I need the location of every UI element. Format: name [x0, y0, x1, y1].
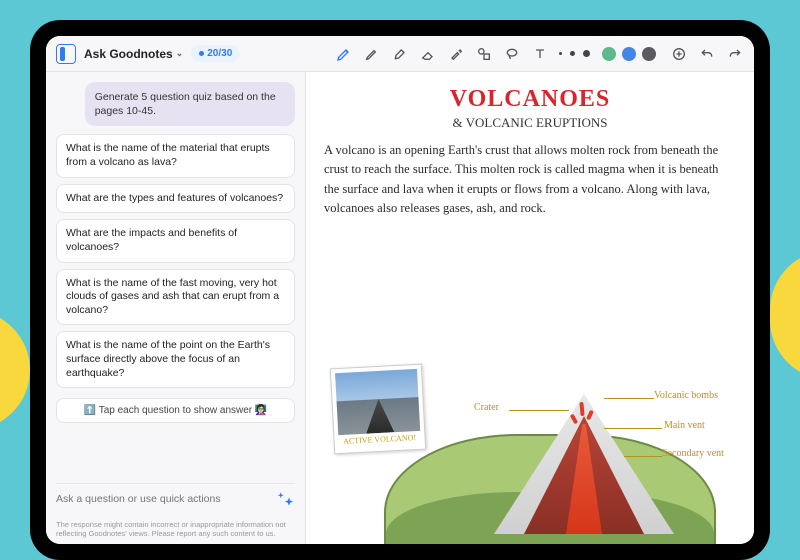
- quiz-question-list: What is the name of the material that er…: [56, 134, 295, 388]
- chat-input[interactable]: [56, 493, 271, 505]
- stroke-thin[interactable]: [559, 52, 562, 55]
- pen-tool[interactable]: [335, 45, 353, 63]
- eraser-tool[interactable]: [419, 45, 437, 63]
- credit-dot-icon: [199, 51, 204, 56]
- label-volcanic-bombs: Volcanic bombs: [654, 390, 718, 401]
- color-swatch-1[interactable]: [602, 47, 616, 61]
- stroke-medium[interactable]: [570, 51, 575, 56]
- credits-value: 20/30: [207, 48, 232, 59]
- eyedropper-tool[interactable]: [447, 45, 465, 63]
- app-title-label: Ask Goodnotes: [84, 47, 173, 61]
- disclaimer-text: The response might contain incorrect or …: [56, 520, 295, 538]
- user-prompt-bubble: Generate 5 question quiz based on the pa…: [85, 82, 295, 126]
- highlighter-tool[interactable]: [391, 45, 409, 63]
- label-crater: Crater: [474, 402, 499, 413]
- quick-actions-button[interactable]: [277, 490, 295, 508]
- quiz-question-card[interactable]: What are the types and features of volca…: [56, 184, 295, 214]
- note-body-text: A volcano is an opening Earth's crust th…: [324, 141, 736, 219]
- sidebar-toggle-button[interactable]: [56, 44, 76, 64]
- lasso-tool[interactable]: [503, 45, 521, 63]
- tool-icons: [335, 45, 549, 63]
- shapes-tool[interactable]: [475, 45, 493, 63]
- ask-goodnotes-dropdown[interactable]: Ask Goodnotes ⌄: [84, 47, 183, 61]
- app-screen: Ask Goodnotes ⌄ 20/30: [46, 36, 754, 544]
- stroke-thick[interactable]: [583, 50, 590, 57]
- volcano-photo: [335, 369, 420, 435]
- note-canvas[interactable]: VOLCANOES & VOLCANIC ERUPTIONS A volcano…: [306, 72, 754, 544]
- credits-pill[interactable]: 20/30: [191, 45, 240, 62]
- undo-button[interactable]: [698, 45, 716, 63]
- note-title: VOLCANOES: [324, 86, 736, 113]
- tap-hint-label: ⬆️ Tap each question to show answer 👩🏻‍🏫: [56, 398, 295, 423]
- photo-polaroid: ACTIVE VOLCANO!: [330, 364, 426, 455]
- chevron-down-icon: ⌄: [176, 48, 184, 59]
- tablet-frame: Ask Goodnotes ⌄ 20/30: [30, 20, 770, 560]
- label-secondary-vent: Secondary vent: [662, 448, 724, 459]
- diagram-eruption: [570, 396, 598, 426]
- photo-caption: ACTIVE VOLCANO!: [338, 433, 420, 446]
- note-subtitle: & VOLCANIC ERUPTIONS: [452, 115, 607, 131]
- volcano-diagram: ACTIVE VOLCANO! Crater Volcanic bombs: [324, 364, 736, 544]
- color-swatch-2[interactable]: [622, 47, 636, 61]
- quiz-question-card[interactable]: What is the name of the point on the Ear…: [56, 331, 295, 388]
- color-picker: [602, 47, 656, 61]
- top-toolbar: Ask Goodnotes ⌄ 20/30: [46, 36, 754, 72]
- redo-button[interactable]: [726, 45, 744, 63]
- more-tools-button[interactable]: [670, 45, 688, 63]
- marker-tool[interactable]: [363, 45, 381, 63]
- quiz-question-card[interactable]: What are the impacts and benefits of vol…: [56, 219, 295, 262]
- quiz-question-card[interactable]: What is the name of the fast moving, ver…: [56, 269, 295, 326]
- label-main-vent: Main vent: [664, 420, 705, 431]
- quiz-question-card[interactable]: What is the name of the material that er…: [56, 134, 295, 177]
- text-tool[interactable]: [531, 45, 549, 63]
- chat-sidebar: Generate 5 question quiz based on the pa…: [46, 72, 306, 544]
- stroke-width-picker: [559, 50, 590, 57]
- color-swatch-3[interactable]: [642, 47, 656, 61]
